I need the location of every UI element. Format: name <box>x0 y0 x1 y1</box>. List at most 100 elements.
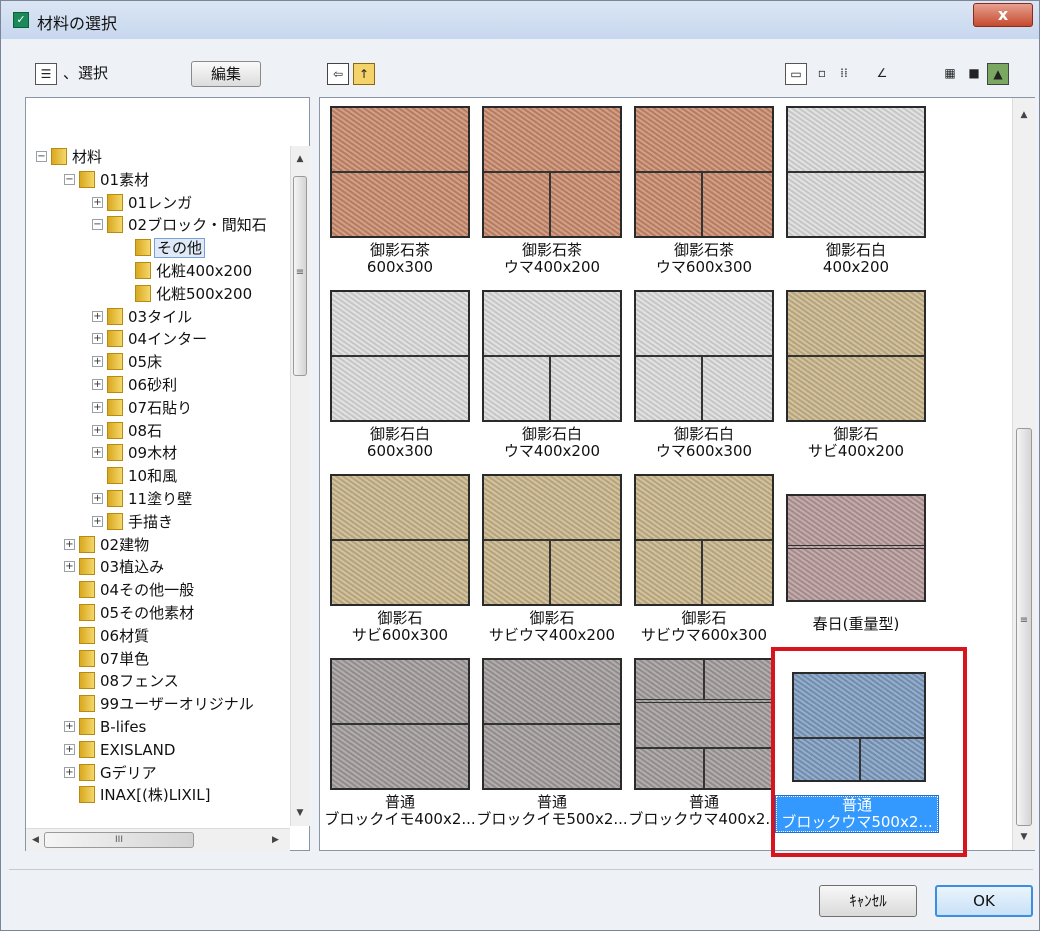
expand-icon[interactable]: + <box>64 561 75 573</box>
edit-button[interactable]: 編集 <box>191 61 261 87</box>
expand-icon[interactable]: + <box>92 196 103 208</box>
tree-item[interactable]: − 02ブロック・間知石 <box>26 214 291 237</box>
tree-item[interactable]: 06材質 <box>26 625 291 648</box>
tree-item[interactable]: +04インター <box>26 328 291 351</box>
material-swatch[interactable] <box>634 658 774 790</box>
expand-icon[interactable]: + <box>92 515 103 527</box>
list-view-icon[interactable]: ☰ <box>35 63 57 85</box>
folder-up-icon[interactable]: ↑ <box>353 63 375 85</box>
tree-scroll-thumb[interactable]: ≡ <box>293 176 307 376</box>
expand-icon[interactable]: + <box>92 356 103 368</box>
close-button[interactable]: x <box>973 3 1033 27</box>
tree-item-label: 99ユーザーオリジナル <box>100 695 254 714</box>
tree-item[interactable]: 化粧500x200 <box>26 283 291 306</box>
tree-item[interactable]: +11塗り壁 <box>26 488 291 511</box>
thumbnail-scroll-thumb[interactable]: ≡ <box>1016 428 1032 826</box>
collapse-icon[interactable]: − <box>64 173 75 185</box>
tree-item[interactable]: +01レンガ <box>26 192 291 215</box>
material-swatch[interactable] <box>786 290 926 422</box>
tree-item[interactable]: +06砂利 <box>26 374 291 397</box>
tree-item[interactable]: − 材料 <box>26 146 291 169</box>
tree-item[interactable]: 04その他一般 <box>26 579 291 602</box>
expand-icon[interactable]: + <box>92 378 103 390</box>
angle-tool-icon[interactable]: ∠ <box>871 63 893 85</box>
material-swatch[interactable] <box>634 474 774 606</box>
scroll-grip-icon: ≡ <box>295 267 305 278</box>
tree-item[interactable]: 05その他素材 <box>26 602 291 625</box>
grid-icon[interactable]: ▦ <box>939 63 961 85</box>
tree-item[interactable]: + EXISLAND <box>26 739 291 762</box>
scroll-right-arrow-icon[interactable]: ▶ <box>272 835 279 845</box>
tree-item[interactable]: 10和風 <box>26 465 291 488</box>
tree-item[interactable]: +07石貼り <box>26 397 291 420</box>
tree-item[interactable]: INAX[(株)LIXIL] <box>26 784 291 807</box>
folder-icon <box>79 786 95 804</box>
material-size: サビ600x300 <box>351 626 449 644</box>
tree-item[interactable]: その他 <box>26 237 291 260</box>
tree-vertical-scrollbar[interactable]: ▲ ≡ ▼ <box>290 146 310 826</box>
folder-icon <box>79 695 95 713</box>
expand-icon[interactable]: + <box>92 333 103 345</box>
collapse-icon[interactable]: − <box>36 151 47 162</box>
tree-item[interactable]: +05床 <box>26 351 291 374</box>
cancel-button[interactable]: ｷｬﾝｾﾙ <box>819 885 917 917</box>
tree-item[interactable]: +09木材 <box>26 442 291 465</box>
thumbnail-vertical-scrollbar[interactable]: ▲ ≡ ▼ <box>1012 98 1035 850</box>
material-size: 400x200 <box>822 258 890 276</box>
material-size: ブロックイモ400x2... <box>324 810 476 828</box>
tree-item[interactable]: + 手描き <box>26 511 291 534</box>
single-panel-icon[interactable]: ■ <box>963 63 985 85</box>
scroll-up-arrow-icon[interactable]: ▲ <box>1019 110 1029 120</box>
list-grid-view-icon[interactable]: ⁞⁞ <box>833 63 855 85</box>
tree-item[interactable]: 化粧400x200 <box>26 260 291 283</box>
expand-icon[interactable]: + <box>64 766 75 778</box>
expand-icon[interactable]: + <box>92 492 103 504</box>
material-swatch[interactable] <box>634 290 774 422</box>
tree-item[interactable]: + B-lifes <box>26 716 291 739</box>
collapse-icon[interactable]: − <box>92 219 103 231</box>
large-thumbnail-view-icon[interactable]: ▭ <box>785 63 807 85</box>
scroll-down-arrow-icon[interactable]: ▼ <box>1019 832 1029 842</box>
material-swatch[interactable] <box>482 474 622 606</box>
material-swatch[interactable] <box>786 494 926 602</box>
tree-item[interactable]: +02建物 <box>26 534 291 557</box>
scroll-left-arrow-icon[interactable]: ◀ <box>32 835 39 845</box>
expand-icon[interactable]: + <box>64 743 75 755</box>
material-swatch[interactable] <box>482 658 622 790</box>
tree-horizontal-scrollbar[interactable]: ◀ III ▶ <box>26 828 290 851</box>
tree-item[interactable]: 99ユーザーオリジナル <box>26 693 291 716</box>
material-swatch[interactable] <box>482 290 622 422</box>
scroll-grip-icon: ≡ <box>1019 615 1029 626</box>
tree-item[interactable]: 08フェンス <box>26 670 291 693</box>
material-swatch[interactable] <box>330 474 470 606</box>
small-thumbnail-view-icon[interactable]: ▫ <box>811 63 833 85</box>
expand-icon[interactable]: + <box>92 424 103 436</box>
material-size: ウマ600x300 <box>655 442 753 460</box>
material-swatch[interactable] <box>330 106 470 238</box>
tree-item[interactable]: − 01素材 <box>26 169 291 192</box>
material-name: 普通 <box>688 793 719 811</box>
tree-item[interactable]: 07単色 <box>26 648 291 671</box>
footer-divider <box>9 869 1033 870</box>
tree-hscroll-thumb[interactable]: III <box>44 832 194 848</box>
expand-icon[interactable]: + <box>92 447 103 459</box>
image-preview-icon[interactable]: ▲ <box>987 63 1009 85</box>
scroll-up-arrow-icon[interactable]: ▲ <box>295 154 305 164</box>
expand-icon[interactable]: + <box>64 538 75 550</box>
material-caption: 春日(重量型) <box>776 616 936 633</box>
tree-item[interactable]: +03タイル <box>26 306 291 329</box>
tree-item[interactable]: + Gデリア <box>26 762 291 785</box>
tree-item[interactable]: +08石 <box>26 420 291 443</box>
back-arrow-icon[interactable]: ⇦ <box>327 63 349 85</box>
scroll-down-arrow-icon[interactable]: ▼ <box>295 808 305 818</box>
expand-icon[interactable]: + <box>64 720 75 732</box>
material-swatch[interactable] <box>634 106 774 238</box>
expand-icon[interactable]: + <box>92 310 103 322</box>
material-swatch[interactable] <box>786 106 926 238</box>
material-swatch[interactable] <box>330 658 470 790</box>
ok-button[interactable]: OK <box>935 885 1033 917</box>
expand-icon[interactable]: + <box>92 401 103 413</box>
material-swatch[interactable] <box>482 106 622 238</box>
tree-item[interactable]: +03植込み <box>26 556 291 579</box>
material-swatch[interactable] <box>330 290 470 422</box>
